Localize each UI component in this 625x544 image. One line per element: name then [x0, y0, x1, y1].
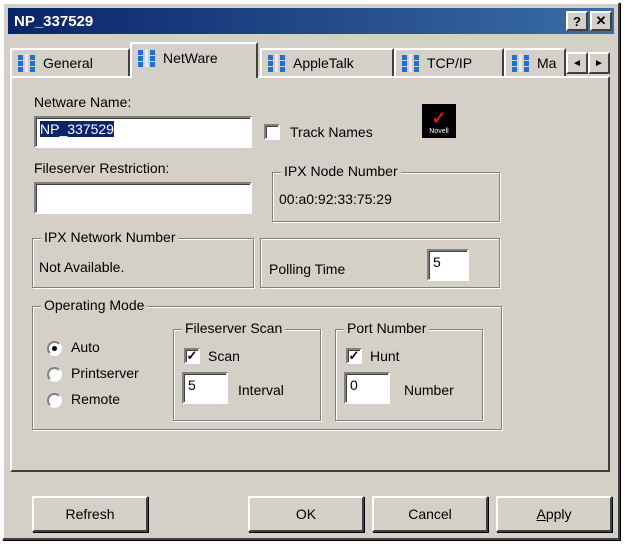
- tab-scroll-right-icon[interactable]: ►: [588, 52, 610, 74]
- port-number-group: Port Number ✓ Hunt 0 Number: [335, 320, 483, 421]
- novell-logo-text: Novell: [429, 128, 449, 135]
- tab-netware[interactable]: NetWare: [130, 42, 258, 78]
- ipx-network-value: Not Available.: [39, 259, 125, 275]
- scan-interval-input[interactable]: 5: [182, 372, 228, 404]
- ipx-network-group: IPX Network Number Not Available.: [32, 229, 254, 288]
- track-names-label: Track Names: [290, 124, 373, 140]
- network-icon: [16, 54, 38, 72]
- operating-mode-group: Operating Mode Auto Printserver Remote F…: [32, 297, 502, 430]
- mode-remote-label: Remote: [71, 391, 121, 407]
- hunt-label: Hunt: [370, 348, 400, 364]
- track-names-checkbox[interactable]: [264, 124, 280, 140]
- apply-button[interactable]: Apply: [496, 496, 612, 532]
- port-number-label: Number: [404, 382, 454, 398]
- port-number-input[interactable]: 0: [344, 372, 390, 404]
- netware-tab-panel: Netware Name: NP_337529 Track Names ✓ No…: [10, 76, 610, 472]
- scan-checkbox[interactable]: ✓: [184, 348, 200, 364]
- fileserver-scan-group: Fileserver Scan ✓ Scan 5 Interval: [173, 320, 321, 421]
- mode-printserver-radio[interactable]: [47, 367, 62, 382]
- mode-remote-radio[interactable]: [47, 393, 62, 408]
- tab-label: AppleTalk: [293, 55, 354, 71]
- operating-mode-title: Operating Mode: [41, 297, 148, 313]
- network-icon: [510, 54, 532, 72]
- network-icon: [400, 54, 422, 72]
- fileserver-scan-title: Fileserver Scan: [182, 320, 286, 336]
- tab-label: NetWare: [163, 50, 218, 66]
- tab-label: Ma: [537, 55, 557, 71]
- mode-auto-radio[interactable]: [47, 341, 62, 356]
- ok-button[interactable]: OK: [248, 496, 364, 532]
- tab-tcpip[interactable]: TCP/IP: [394, 48, 504, 76]
- ipx-network-title: IPX Network Number: [41, 229, 179, 245]
- novell-logo: ✓ Novell: [422, 104, 456, 138]
- mode-printserver-label: Printserver: [71, 365, 139, 381]
- window-title: NP_337529: [14, 12, 94, 30]
- scan-interval-label: Interval: [238, 382, 284, 398]
- tab-appletalk[interactable]: AppleTalk: [260, 48, 394, 76]
- tab-label: General: [43, 55, 93, 71]
- netware-name-value: NP_337529: [40, 121, 114, 137]
- title-bar[interactable]: NP_337529 ? ✕: [8, 8, 614, 34]
- hunt-checkbox[interactable]: ✓: [346, 348, 362, 364]
- tab-general[interactable]: General: [10, 48, 130, 76]
- refresh-button[interactable]: Refresh: [32, 496, 148, 532]
- apply-mnemonic: A: [536, 506, 546, 522]
- apply-label: pply: [545, 506, 572, 522]
- fileserver-restriction-input[interactable]: [34, 182, 252, 214]
- close-button[interactable]: ✕: [590, 11, 612, 31]
- ipx-node-title: IPX Node Number: [281, 163, 401, 179]
- polling-time-group: Polling Time 5: [260, 238, 500, 288]
- network-icon: [266, 54, 288, 72]
- tab-scroll-left-icon[interactable]: ◄: [566, 52, 588, 74]
- tab-label: TCP/IP: [427, 55, 473, 71]
- port-number-title: Port Number: [344, 320, 430, 336]
- novell-logo-icon: ✓: [431, 108, 447, 128]
- mode-auto-label: Auto: [71, 339, 100, 355]
- polling-time-label: Polling Time: [269, 261, 346, 277]
- tab-more[interactable]: Ma: [504, 48, 566, 76]
- polling-time-input[interactable]: 5: [427, 249, 469, 281]
- ipx-node-value: 00:a0:92:33:75:29: [279, 191, 392, 207]
- tab-scroll-arrows: ◄ ►: [566, 52, 610, 74]
- scan-label: Scan: [208, 348, 240, 364]
- netware-name-label: Netware Name:: [34, 94, 132, 110]
- help-button[interactable]: ?: [566, 11, 588, 31]
- network-icon: [136, 49, 158, 67]
- netware-name-input[interactable]: NP_337529: [34, 116, 252, 148]
- fileserver-restriction-label: Fileserver Restriction:: [34, 160, 170, 176]
- ipx-node-group: IPX Node Number 00:a0:92:33:75:29: [272, 163, 500, 222]
- cancel-button[interactable]: Cancel: [372, 496, 488, 532]
- tab-strip: General NetWare AppleTalk TCP/IP Ma ◄ ►: [10, 40, 610, 78]
